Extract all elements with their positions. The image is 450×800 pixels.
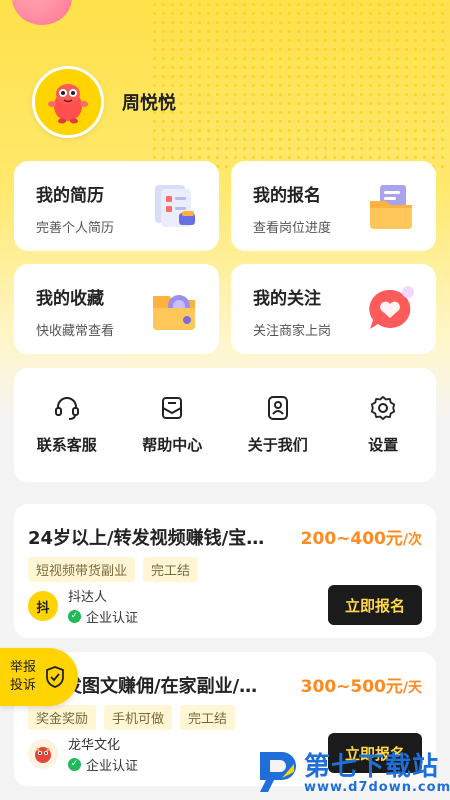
headset-icon: [54, 397, 79, 420]
apply-button[interactable]: 立即报名: [328, 585, 422, 625]
company-name: 抖达人: [68, 590, 108, 605]
report-button[interactable]: 举报投诉: [0, 648, 78, 706]
my-resume-card[interactable]: 我的简历 完善个人简历: [14, 161, 219, 251]
card-subtitle: 查看岗位进度: [253, 221, 332, 236]
my-favorites-card[interactable]: 我的收藏 快收藏常查看: [14, 264, 219, 354]
card-title: 我的简历: [36, 186, 104, 206]
job-salary: 200~400元/次: [300, 529, 422, 549]
help-center-button[interactable]: 帮助中心: [120, 368, 226, 482]
shield-check-icon: [46, 666, 64, 688]
company-logo: 抖: [28, 591, 58, 621]
watermark: 第七下载站 www.d7down.com: [256, 744, 450, 800]
dragon-mascot-icon: [35, 747, 51, 763]
resume-icon: [155, 185, 195, 227]
profile-header: 周悦悦: [32, 66, 176, 138]
job-card[interactable]: 24岁以上/转发视频赚钱/宝… 200~400元/次 短视频带货副业 完工结 抖…: [14, 504, 436, 638]
tool-label: 联系客服: [36, 436, 97, 454]
watermark-url: www.d7down.com: [304, 780, 450, 795]
enterprise-cert: ✓ 企业认证: [68, 607, 138, 626]
mascot-icon: [48, 84, 88, 124]
company-info: 抖 抖达人 ✓ 企业认证: [28, 586, 138, 626]
job-tag: 完工结: [180, 705, 236, 730]
gear-icon: [371, 396, 396, 420]
company-logo: [28, 739, 58, 769]
tool-label: 关于我们: [247, 436, 308, 454]
job-tags: 奖金奖励 手机可做 完工结: [28, 705, 236, 730]
check-icon: ✓: [68, 758, 81, 771]
tool-label: 帮助中心: [142, 436, 203, 454]
report-label: 举报投诉: [10, 660, 37, 693]
dot-pattern: [150, 0, 450, 170]
card-title: 我的收藏: [36, 289, 104, 309]
job-tags: 短视频带货副业 完工结: [28, 557, 199, 582]
enterprise-cert: ✓ 企业认证: [68, 755, 138, 774]
tools-panel: 联系客服 帮助中心 关于我们 设置: [14, 368, 436, 482]
card-title: 我的报名: [253, 186, 321, 206]
my-signup-card[interactable]: 我的报名 查看岗位进度: [231, 161, 436, 251]
tool-label: 设置: [368, 436, 399, 454]
decorative-blob: [12, 0, 72, 25]
job-tag: 手机可做: [104, 705, 173, 730]
card-subtitle: 完善个人简历: [36, 221, 115, 236]
job-tag: 奖金奖励: [28, 705, 97, 730]
card-subtitle: 关注商家上岗: [253, 324, 332, 339]
company-info: 龙华文化 ✓ 企业认证: [28, 734, 138, 774]
contact-support-button[interactable]: 联系客服: [14, 368, 120, 482]
check-icon: ✓: [68, 610, 81, 623]
username: 周悦悦: [122, 93, 176, 114]
job-tag: 短视频带货副业: [28, 557, 136, 582]
watermark-logo-icon: [260, 752, 296, 792]
job-title: 24岁以上/转发视频赚钱/宝…: [28, 528, 265, 549]
settings-button[interactable]: 设置: [331, 368, 437, 482]
card-subtitle: 快收藏常查看: [36, 324, 115, 339]
job-tag: 完工结: [143, 557, 199, 582]
heart-bubble-icon: [369, 286, 414, 329]
about-us-button[interactable]: 关于我们: [225, 368, 331, 482]
watermark-name: 第七下载站: [304, 752, 440, 782]
my-follows-card[interactable]: 我的关注 关注商家上岗: [231, 264, 436, 354]
card-title: 我的关注: [253, 289, 321, 309]
folder-docs-icon: [370, 185, 412, 229]
favorites-folder-icon: [153, 295, 195, 330]
company-name: 龙华文化: [68, 738, 121, 753]
help-mail-icon: [162, 397, 183, 419]
job-title: 发图文赚佣/在家副业/…: [64, 676, 258, 697]
about-user-icon: [267, 396, 288, 420]
job-salary: 300~500元/天: [300, 677, 422, 697]
avatar[interactable]: [32, 66, 104, 138]
